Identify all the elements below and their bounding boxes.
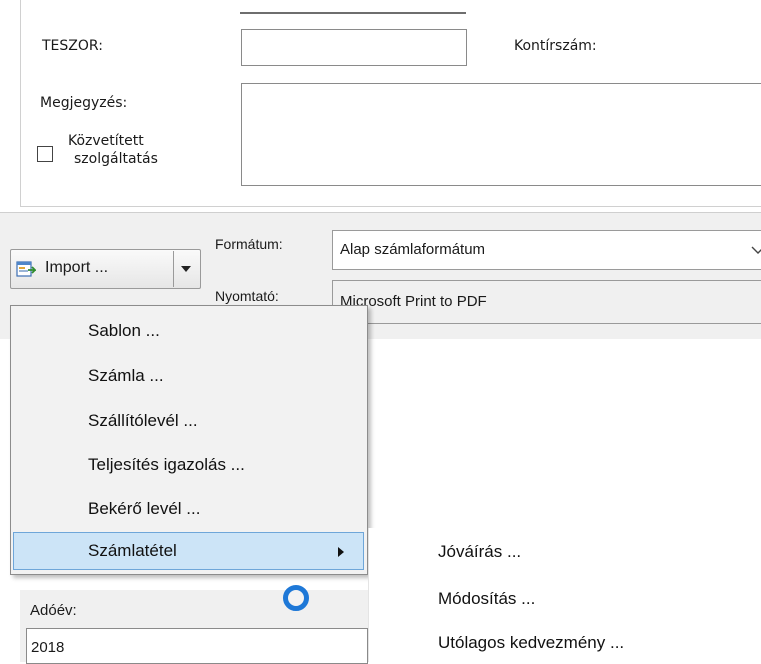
format-select[interactable]: Alap számlaformátum <box>332 230 761 270</box>
adoev-value: 2018 <box>31 639 65 656</box>
menu-item-teljesites[interactable]: Teljesítés igazolás ... <box>88 455 245 475</box>
menu-item-szamlatetel[interactable] <box>13 532 364 570</box>
kontirszam-label: Kontírszám: <box>514 38 597 54</box>
printer-label: Nyomtató: <box>215 288 279 304</box>
menu-item-bekero[interactable]: Bekérő levél ... <box>88 499 200 519</box>
submenu-item-jovairas[interactable]: Jóváírás ... <box>438 542 521 562</box>
busy-cursor-icon <box>283 585 309 611</box>
kozvetitett-label-line1: Közvetített <box>68 133 144 149</box>
megjegyzes-textarea[interactable] <box>241 83 761 186</box>
teszor-input[interactable] <box>241 29 467 66</box>
kozvetitett-checkbox[interactable] <box>37 146 53 162</box>
submenu-item-utolagos-kedvezmeny[interactable]: Utólagos kedvezmény ... <box>438 633 624 653</box>
printer-select[interactable]: Microsoft Print to PDF <box>332 280 761 324</box>
menu-item-szamla[interactable]: Számla ... <box>88 366 164 386</box>
field-underline <box>240 12 466 14</box>
adoev-input[interactable]: 2018 <box>26 628 368 664</box>
format-label: Formátum: <box>215 236 283 252</box>
import-button-label: Import ... <box>45 259 109 276</box>
chevron-down-icon <box>751 246 761 254</box>
menu-item-szamlatetel-label: Számlatétel <box>88 541 177 560</box>
format-select-value: Alap számlaformátum <box>340 241 486 258</box>
menu-item-szallitolevel[interactable]: Szállítólevél ... <box>88 411 198 431</box>
split-divider <box>173 251 174 287</box>
kozvetitett-label: Közvetített szolgáltatás <box>68 132 158 168</box>
dropdown-arrow-icon[interactable] <box>181 266 191 272</box>
menu-item-sablon[interactable]: Sablon ... <box>88 321 160 341</box>
adoev-label: Adóév: <box>30 602 77 619</box>
megjegyzes-label: Megjegyzés: <box>40 95 128 111</box>
submenu-arrow-icon <box>338 547 344 557</box>
kozvetitett-label-line2: szolgáltatás <box>74 151 158 167</box>
import-icon <box>16 261 36 277</box>
submenu-item-modositas[interactable]: Módosítás ... <box>438 589 535 609</box>
teszor-label: TESZOR: <box>42 38 103 54</box>
